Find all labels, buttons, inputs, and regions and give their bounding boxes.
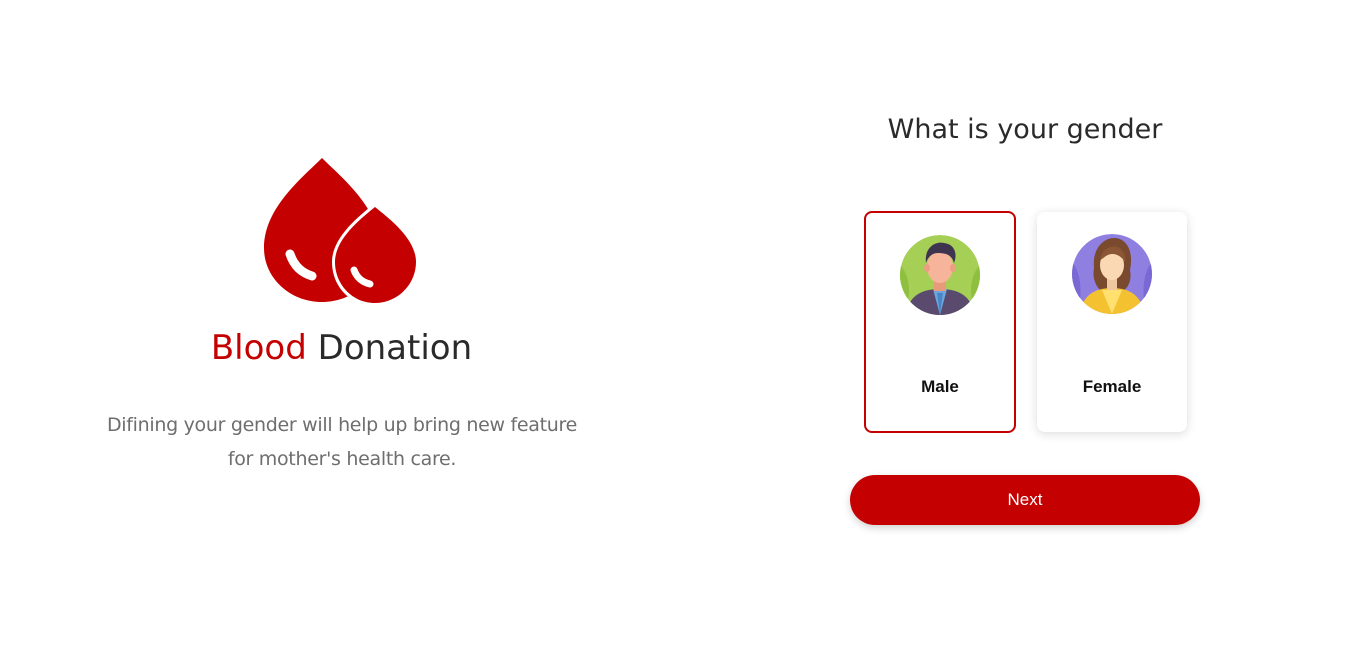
next-button[interactable]: Next bbox=[850, 475, 1200, 525]
brand-word-donation: Donation bbox=[317, 328, 473, 368]
gender-option-label: Male bbox=[921, 377, 959, 396]
gender-option-male[interactable]: Male bbox=[864, 211, 1016, 433]
brand-word-blood: Blood bbox=[210, 328, 307, 368]
female-avatar-icon bbox=[1072, 234, 1152, 314]
blood-drops-icon bbox=[264, 158, 419, 306]
gender-question-heading: What is your gender bbox=[887, 114, 1163, 145]
brand-panel: Blood Donation Difining your gender will… bbox=[0, 0, 683, 657]
gender-selection-page: Blood Donation Difining your gender will… bbox=[0, 0, 1366, 657]
tagline-text: Difining your gender will help up bring … bbox=[106, 414, 578, 470]
gender-option-label: Female bbox=[1082, 377, 1142, 396]
male-avatar-icon bbox=[900, 235, 980, 315]
brand-title: Blood Donation bbox=[0, 326, 683, 370]
gender-option-female[interactable]: Female bbox=[1037, 212, 1187, 432]
